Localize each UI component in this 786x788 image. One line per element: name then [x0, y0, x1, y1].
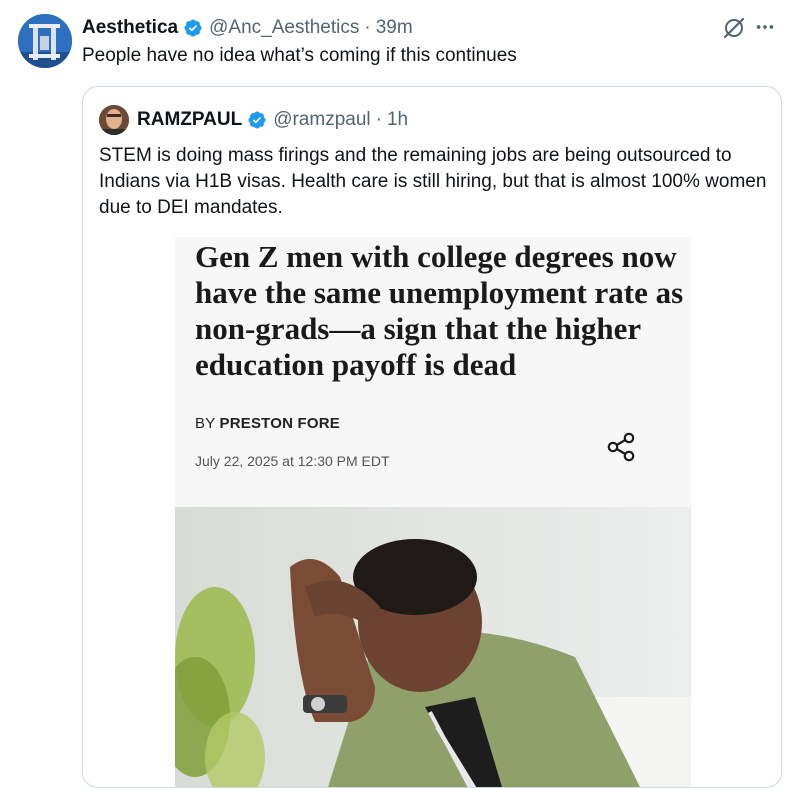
author-handle[interactable]: @Anc_Aesthetics	[209, 17, 359, 39]
verified-badge-icon	[183, 18, 203, 38]
quoted-author-name[interactable]: RAMZPAUL	[137, 109, 242, 131]
author-avatar[interactable]	[18, 14, 72, 68]
byline-prefix: BY	[195, 415, 216, 432]
quoted-tweet-timestamp[interactable]: 1h	[387, 109, 408, 131]
article-photo[interactable]	[175, 507, 691, 787]
separator-dot: ·	[375, 109, 382, 130]
article-date: July 22, 2025 at 12:30 PM EDT	[195, 453, 390, 469]
tweet-text: People have no idea what’s coming if thi…	[82, 45, 517, 66]
quoted-tweet-card[interactable]: RAMZPAUL @ramzpaul · 1h STEM is doing ma…	[82, 86, 782, 788]
quoted-author-handle[interactable]: @ramzpaul	[273, 109, 370, 131]
article-byline: BY PRESTON FORE	[195, 415, 340, 432]
share-icon	[604, 430, 638, 464]
tweet-timestamp[interactable]: 39m	[376, 17, 413, 39]
quoted-tweet-header: RAMZPAUL @ramzpaul · 1h	[99, 105, 408, 135]
article-headline: Gen Z men with college degrees now have …	[195, 239, 684, 382]
more-options-icon[interactable]	[750, 12, 780, 42]
quoted-author-avatar[interactable]	[99, 105, 129, 135]
byline-author: PRESTON FORE	[219, 415, 340, 432]
grok-icon[interactable]	[722, 16, 746, 40]
separator-dot: ·	[364, 17, 371, 38]
quoted-tweet-text: STEM is doing mass firings and the remai…	[99, 145, 767, 218]
article-screenshot-image[interactable]: Gen Z men with college degrees now have …	[175, 237, 691, 511]
tweet-header: Aesthetica @Anc_Aesthetics · 39m	[82, 14, 766, 42]
author-name[interactable]: Aesthetica	[82, 17, 178, 39]
verified-badge-icon	[247, 110, 267, 130]
